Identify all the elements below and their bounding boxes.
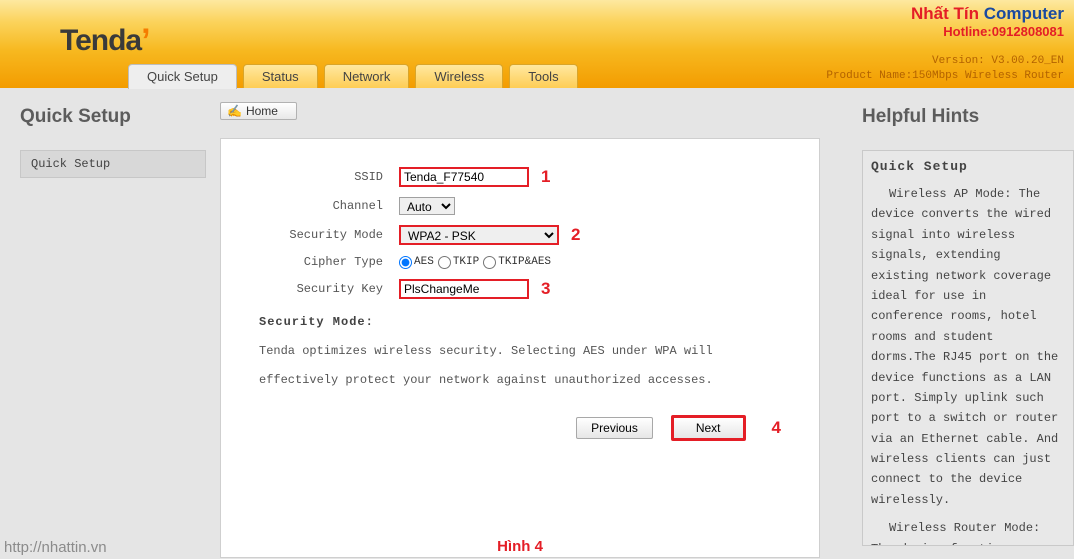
hints-paragraph-2: Wireless Router Mode: The device functio…	[871, 518, 1063, 546]
security-description: Tenda optimizes wireless security. Selec…	[259, 337, 791, 395]
page-title: Quick Setup	[20, 106, 220, 128]
content-body: Quick Setup Quick Setup ✍Home SSID 1 Cha…	[0, 88, 1074, 559]
center-column: ✍Home SSID 1 Channel Auto Security M	[220, 88, 856, 559]
cipher-tkip-aes[interactable]: TKIP&AES	[483, 256, 551, 269]
settings-panel: SSID 1 Channel Auto Security Mode	[220, 138, 820, 558]
distributor-brand: Nhất Tín Computer	[826, 4, 1064, 24]
tab-network[interactable]: Network	[324, 64, 410, 88]
header-right-info: Nhất Tín Computer Hotline:0912808081 Ver…	[826, 4, 1064, 82]
left-sidebar: Quick Setup Quick Setup	[0, 88, 220, 559]
brand-logo: Tenda’	[60, 22, 150, 61]
ssid-input[interactable]	[399, 167, 529, 187]
footer-url: http://nhattin.vn	[4, 539, 107, 556]
cipher-tkip[interactable]: TKIP	[438, 256, 479, 269]
product-name-label: Product Name:150Mbps Wireless Router	[826, 70, 1064, 82]
tab-quick-setup[interactable]: Quick Setup	[128, 64, 237, 89]
security-key-label: Security Key	[249, 282, 399, 296]
hints-box[interactable]: Quick Setup Wireless AP Mode: The device…	[862, 150, 1074, 546]
annotation-2: 2	[571, 225, 580, 245]
security-mode-label: Security Mode	[249, 228, 399, 242]
ssid-label: SSID	[249, 170, 399, 184]
channel-label: Channel	[249, 199, 399, 213]
cipher-type-label: Cipher Type	[249, 255, 399, 269]
figure-caption: Hình 4	[221, 538, 819, 555]
security-mode-title: Security Mode:	[259, 315, 791, 329]
home-button[interactable]: ✍Home	[220, 102, 297, 120]
version-label: Version: V3.00.20_EN	[826, 55, 1064, 67]
next-button[interactable]: Next	[671, 415, 746, 441]
cipher-aes[interactable]: AES	[399, 256, 434, 269]
hints-paragraph-1: Wireless AP Mode: The device converts th…	[871, 184, 1063, 510]
annotation-1: 1	[541, 167, 550, 187]
sidebar-item-quick-setup[interactable]: Quick Setup	[20, 150, 206, 178]
main-nav-tabs: Quick Setup Status Network Wireless Tool…	[128, 64, 578, 88]
home-icon: ✍	[227, 104, 242, 118]
channel-select[interactable]: Auto	[399, 197, 455, 215]
hotline: Hotline:0912808081	[826, 24, 1064, 39]
annotation-3: 3	[541, 279, 550, 299]
right-sidebar: Helpful Hints Quick Setup Wireless AP Mo…	[856, 88, 1074, 559]
tab-tools[interactable]: Tools	[509, 64, 577, 88]
annotation-4: 4	[772, 418, 781, 438]
tab-status[interactable]: Status	[243, 64, 318, 88]
header-bar: Tenda’ Nhất Tín Computer Hotline:0912808…	[0, 0, 1074, 88]
tab-wireless[interactable]: Wireless	[415, 64, 503, 88]
hints-section-title: Quick Setup	[871, 159, 1063, 174]
previous-button[interactable]: Previous	[576, 417, 653, 439]
security-key-input[interactable]	[399, 279, 529, 299]
security-mode-select[interactable]: WPA2 - PSK	[399, 225, 559, 245]
hints-title: Helpful Hints	[862, 106, 1074, 128]
